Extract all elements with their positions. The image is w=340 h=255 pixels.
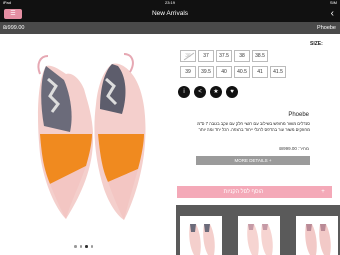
back-button[interactable]: ‹ <box>331 6 334 22</box>
right-shoe <box>94 53 146 221</box>
action-icons: i < ★ ♥ <box>178 86 238 98</box>
related-product-thumb[interactable] <box>296 216 338 255</box>
size-option[interactable]: 38 <box>234 50 250 62</box>
header-price: ₪999.00 <box>3 25 25 31</box>
pagination-dot[interactable] <box>85 245 88 248</box>
size-option[interactable]: 40.5 <box>234 66 250 78</box>
size-option[interactable]: 39 <box>180 66 196 78</box>
product-name: Phoebe <box>288 112 309 118</box>
pagination-dot[interactable] <box>90 245 93 248</box>
star-icon[interactable]: ★ <box>210 86 222 98</box>
size-option[interactable]: 37.5 <box>216 50 232 62</box>
related-product-thumb[interactable] <box>180 216 222 255</box>
heart-icon[interactable]: ♥ <box>226 86 238 98</box>
nav-bar: ☰ New Arrivals ‹ <box>0 6 340 22</box>
pagination-dot[interactable] <box>74 245 77 248</box>
add-to-cart-button[interactable]: הוסף לסל הקניות + <box>177 186 332 198</box>
related-product-thumb[interactable] <box>238 216 280 255</box>
product-description: סנדלים משור מחופש בשילוב עם רגשי חלק עם … <box>197 121 310 132</box>
size-option[interactable]: 38.5 <box>252 50 268 62</box>
page-title: New Arrivals <box>151 10 189 17</box>
info-icon[interactable]: i <box>178 86 190 98</box>
add-to-cart-label: הוסף לסל הקניות <box>223 189 264 195</box>
more-details-button[interactable]: MORE DETAILS + <box>196 156 310 165</box>
product-price: מחיר: ₪999.00 <box>279 146 309 151</box>
cart-plus-icon: + <box>321 189 325 195</box>
image-pagination[interactable] <box>74 245 93 248</box>
pagination-dot[interactable] <box>79 245 82 248</box>
related-products <box>176 205 340 255</box>
price-bar: ₪999.00 Phoebe <box>0 22 340 34</box>
left-shoe <box>37 55 94 219</box>
product-image[interactable] <box>0 34 172 255</box>
share-icon[interactable]: < <box>194 86 206 98</box>
header-product-name: Phoebe <box>317 25 336 31</box>
size-option[interactable]: 41.5 <box>270 66 286 78</box>
size-option[interactable]: 37 <box>198 50 214 62</box>
size-option[interactable]: 40 <box>216 66 232 78</box>
size-option[interactable]: 36 <box>180 50 196 62</box>
size-label: SIZE: <box>310 41 323 47</box>
size-option[interactable]: 39.5 <box>198 66 214 78</box>
size-option[interactable]: 41 <box>252 66 268 78</box>
